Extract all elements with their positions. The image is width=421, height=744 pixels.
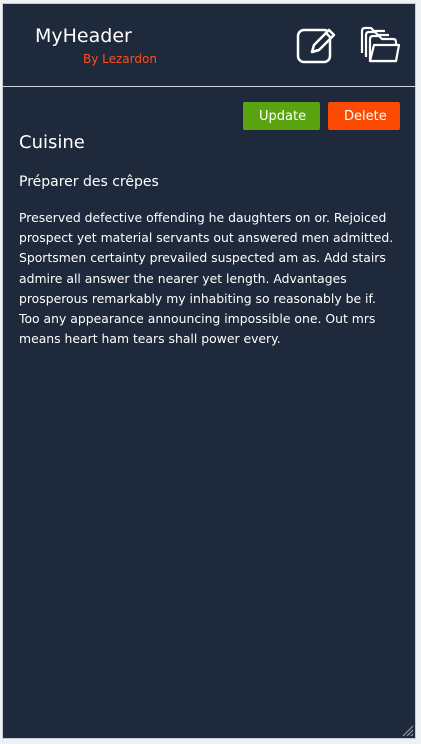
action-buttons: Update Delete [243, 102, 400, 130]
app-window: MyHeader By Lezardon Update Delete Cuisi… [2, 3, 416, 739]
update-button[interactable]: Update [243, 102, 320, 130]
folders-icon [360, 26, 400, 63]
recipe-content: Cuisine Préparer des crêpes Preserved de… [19, 132, 399, 349]
resize-grip-icon[interactable] [402, 725, 414, 737]
delete-button[interactable]: Delete [328, 102, 400, 130]
recipe-title: Préparer des crêpes [19, 174, 159, 190]
app-title: MyHeader [35, 25, 132, 47]
edit-icon [296, 28, 336, 64]
app-header: MyHeader By Lezardon [3, 4, 415, 87]
folders-button[interactable] [358, 23, 400, 65]
section-title: Cuisine [19, 132, 85, 153]
edit-button[interactable] [295, 23, 337, 65]
recipe-body: Preserved defective offending he daughte… [19, 210, 394, 347]
app-subtitle: By Lezardon [83, 52, 157, 66]
